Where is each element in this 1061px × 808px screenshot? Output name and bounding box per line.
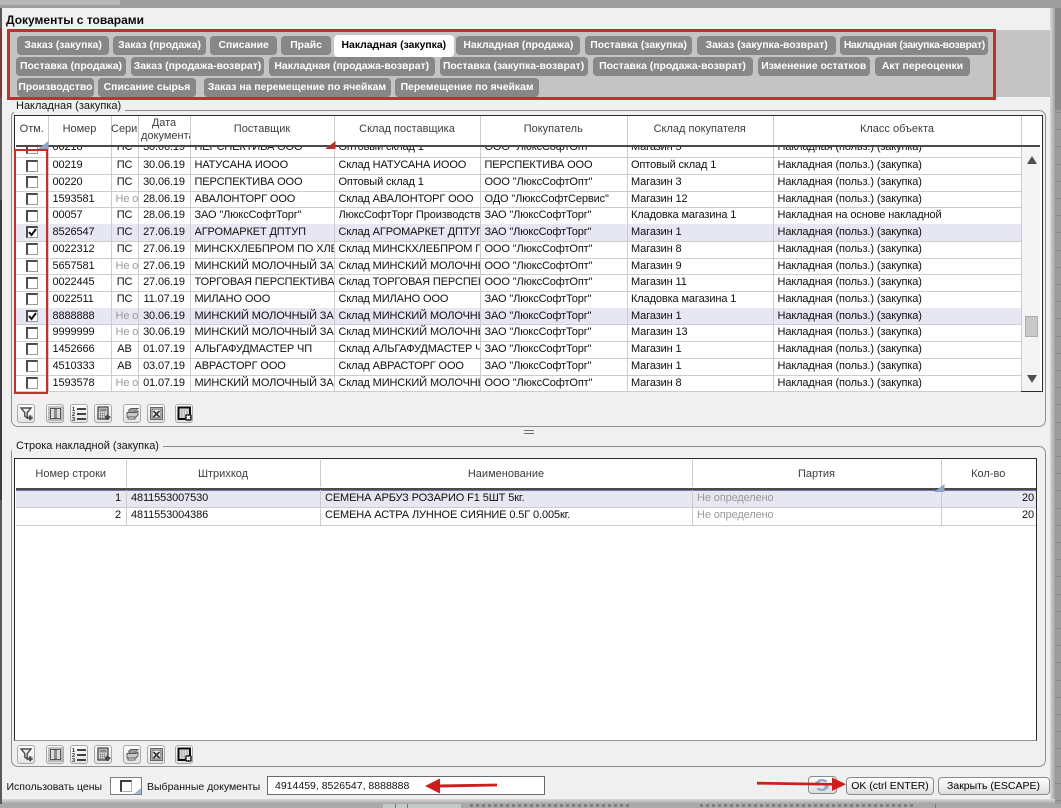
svg-text:3: 3 bbox=[72, 417, 75, 421]
svg-text:3: 3 bbox=[72, 758, 75, 762]
